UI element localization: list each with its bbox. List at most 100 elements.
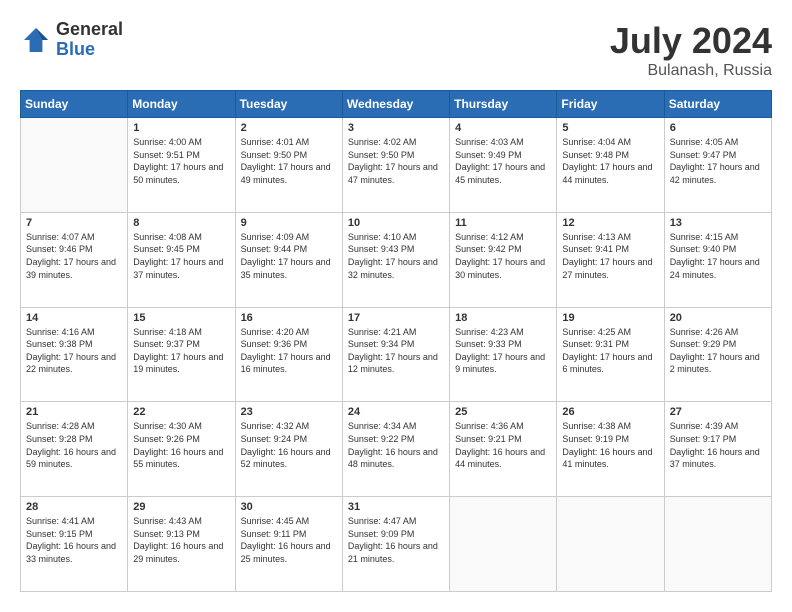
day-info: Sunrise: 4:13 AM Sunset: 9:41 PM Dayligh… <box>562 231 658 281</box>
sunset-text: Sunset: 9:29 PM <box>670 339 737 349</box>
day-number: 2 <box>241 122 337 134</box>
day-info: Sunrise: 4:09 AM Sunset: 9:44 PM Dayligh… <box>241 231 337 281</box>
col-monday: Monday <box>128 91 235 118</box>
logo-icon <box>20 24 52 56</box>
day-number: 30 <box>241 501 337 513</box>
day-number: 11 <box>455 217 551 229</box>
sunrise-text: Sunrise: 4:00 AM <box>133 137 202 147</box>
calendar-table: Sunday Monday Tuesday Wednesday Thursday… <box>20 90 772 592</box>
daylight-text: Daylight: 16 hours and 48 minutes. <box>348 447 438 470</box>
calendar-header-row: Sunday Monday Tuesday Wednesday Thursday… <box>21 91 772 118</box>
table-row: 20 Sunrise: 4:26 AM Sunset: 9:29 PM Dayl… <box>664 307 771 402</box>
day-number: 7 <box>26 217 122 229</box>
table-row: 28 Sunrise: 4:41 AM Sunset: 9:15 PM Dayl… <box>21 497 128 592</box>
day-number: 27 <box>670 406 766 418</box>
col-friday: Friday <box>557 91 664 118</box>
day-info: Sunrise: 4:36 AM Sunset: 9:21 PM Dayligh… <box>455 420 551 470</box>
table-row: 29 Sunrise: 4:43 AM Sunset: 9:13 PM Dayl… <box>128 497 235 592</box>
daylight-text: Daylight: 16 hours and 41 minutes. <box>562 447 652 470</box>
col-tuesday: Tuesday <box>235 91 342 118</box>
logo-text: General Blue <box>56 20 123 60</box>
sunset-text: Sunset: 9:36 PM <box>241 339 308 349</box>
day-number: 25 <box>455 406 551 418</box>
sunrise-text: Sunrise: 4:34 AM <box>348 421 417 431</box>
day-number: 18 <box>455 312 551 324</box>
sunrise-text: Sunrise: 4:36 AM <box>455 421 524 431</box>
sunset-text: Sunset: 9:50 PM <box>241 150 308 160</box>
logo: General Blue <box>20 20 123 60</box>
col-saturday: Saturday <box>664 91 771 118</box>
table-row: 5 Sunrise: 4:04 AM Sunset: 9:48 PM Dayli… <box>557 118 664 213</box>
sunrise-text: Sunrise: 4:23 AM <box>455 327 524 337</box>
table-row: 18 Sunrise: 4:23 AM Sunset: 9:33 PM Dayl… <box>450 307 557 402</box>
sunset-text: Sunset: 9:40 PM <box>670 244 737 254</box>
table-row <box>557 497 664 592</box>
title-section: July 2024 Bulanash, Russia <box>610 20 772 80</box>
daylight-text: Daylight: 17 hours and 47 minutes. <box>348 162 438 185</box>
daylight-text: Daylight: 17 hours and 22 minutes. <box>26 352 116 375</box>
sunset-text: Sunset: 9:42 PM <box>455 244 522 254</box>
daylight-text: Daylight: 17 hours and 49 minutes. <box>241 162 331 185</box>
day-number: 28 <box>26 501 122 513</box>
day-number: 8 <box>133 217 229 229</box>
day-info: Sunrise: 4:30 AM Sunset: 9:26 PM Dayligh… <box>133 420 229 470</box>
sunrise-text: Sunrise: 4:47 AM <box>348 516 417 526</box>
day-number: 22 <box>133 406 229 418</box>
day-info: Sunrise: 4:32 AM Sunset: 9:24 PM Dayligh… <box>241 420 337 470</box>
daylight-text: Daylight: 17 hours and 45 minutes. <box>455 162 545 185</box>
sunrise-text: Sunrise: 4:09 AM <box>241 232 310 242</box>
sunset-text: Sunset: 9:11 PM <box>241 529 307 539</box>
daylight-text: Daylight: 17 hours and 30 minutes. <box>455 257 545 280</box>
table-row: 11 Sunrise: 4:12 AM Sunset: 9:42 PM Dayl… <box>450 212 557 307</box>
sunrise-text: Sunrise: 4:01 AM <box>241 137 310 147</box>
table-row: 21 Sunrise: 4:28 AM Sunset: 9:28 PM Dayl… <box>21 402 128 497</box>
daylight-text: Daylight: 17 hours and 39 minutes. <box>26 257 116 280</box>
logo-general-text: General <box>56 20 123 40</box>
sunset-text: Sunset: 9:41 PM <box>562 244 629 254</box>
table-row: 1 Sunrise: 4:00 AM Sunset: 9:51 PM Dayli… <box>128 118 235 213</box>
day-number: 23 <box>241 406 337 418</box>
daylight-text: Daylight: 17 hours and 44 minutes. <box>562 162 652 185</box>
sunset-text: Sunset: 9:28 PM <box>26 434 93 444</box>
location-text: Bulanash, Russia <box>610 62 772 80</box>
sunset-text: Sunset: 9:47 PM <box>670 150 737 160</box>
table-row: 9 Sunrise: 4:09 AM Sunset: 9:44 PM Dayli… <box>235 212 342 307</box>
day-info: Sunrise: 4:21 AM Sunset: 9:34 PM Dayligh… <box>348 326 444 376</box>
table-row: 2 Sunrise: 4:01 AM Sunset: 9:50 PM Dayli… <box>235 118 342 213</box>
day-number: 6 <box>670 122 766 134</box>
day-info: Sunrise: 4:03 AM Sunset: 9:49 PM Dayligh… <box>455 136 551 186</box>
sunrise-text: Sunrise: 4:05 AM <box>670 137 739 147</box>
day-info: Sunrise: 4:39 AM Sunset: 9:17 PM Dayligh… <box>670 420 766 470</box>
day-info: Sunrise: 4:07 AM Sunset: 9:46 PM Dayligh… <box>26 231 122 281</box>
calendar-week-row: 28 Sunrise: 4:41 AM Sunset: 9:15 PM Dayl… <box>21 497 772 592</box>
day-info: Sunrise: 4:38 AM Sunset: 9:19 PM Dayligh… <box>562 420 658 470</box>
sunset-text: Sunset: 9:43 PM <box>348 244 415 254</box>
sunrise-text: Sunrise: 4:16 AM <box>26 327 95 337</box>
calendar-week-row: 14 Sunrise: 4:16 AM Sunset: 9:38 PM Dayl… <box>21 307 772 402</box>
daylight-text: Daylight: 16 hours and 55 minutes. <box>133 447 223 470</box>
day-number: 17 <box>348 312 444 324</box>
daylight-text: Daylight: 16 hours and 25 minutes. <box>241 541 331 564</box>
table-row: 17 Sunrise: 4:21 AM Sunset: 9:34 PM Dayl… <box>342 307 449 402</box>
day-info: Sunrise: 4:43 AM Sunset: 9:13 PM Dayligh… <box>133 515 229 565</box>
day-number: 5 <box>562 122 658 134</box>
daylight-text: Daylight: 17 hours and 24 minutes. <box>670 257 760 280</box>
calendar-week-row: 1 Sunrise: 4:00 AM Sunset: 9:51 PM Dayli… <box>21 118 772 213</box>
daylight-text: Daylight: 17 hours and 27 minutes. <box>562 257 652 280</box>
month-year-title: July 2024 <box>610 20 772 62</box>
sunrise-text: Sunrise: 4:12 AM <box>455 232 524 242</box>
table-row <box>664 497 771 592</box>
day-number: 3 <box>348 122 444 134</box>
sunset-text: Sunset: 9:31 PM <box>562 339 629 349</box>
day-info: Sunrise: 4:26 AM Sunset: 9:29 PM Dayligh… <box>670 326 766 376</box>
table-row: 7 Sunrise: 4:07 AM Sunset: 9:46 PM Dayli… <box>21 212 128 307</box>
day-number: 14 <box>26 312 122 324</box>
daylight-text: Daylight: 16 hours and 44 minutes. <box>455 447 545 470</box>
sunrise-text: Sunrise: 4:08 AM <box>133 232 202 242</box>
sunrise-text: Sunrise: 4:18 AM <box>133 327 202 337</box>
day-info: Sunrise: 4:28 AM Sunset: 9:28 PM Dayligh… <box>26 420 122 470</box>
sunset-text: Sunset: 9:37 PM <box>133 339 200 349</box>
sunrise-text: Sunrise: 4:02 AM <box>348 137 417 147</box>
sunset-text: Sunset: 9:49 PM <box>455 150 522 160</box>
daylight-text: Daylight: 16 hours and 21 minutes. <box>348 541 438 564</box>
